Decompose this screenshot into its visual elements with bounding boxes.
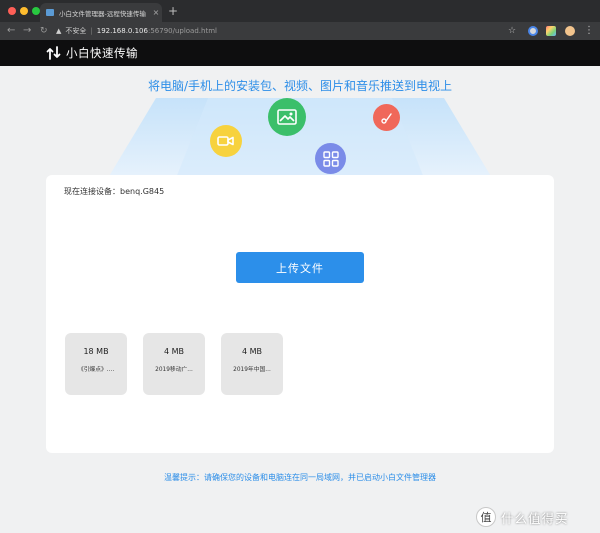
transfer-logo-icon xyxy=(46,46,61,60)
browser-toolbar: ← → ↻ ▲ 不安全 | 192.168.0.106 :56790/uploa… xyxy=(0,22,600,40)
apps-bubble xyxy=(315,143,346,174)
browser-titlebar: 小白文件管理器-远程快速传输 × + xyxy=(0,0,600,22)
app-title: 小白快速传输 xyxy=(66,46,138,60)
image-icon xyxy=(277,109,297,125)
file-item[interactable]: 4 MB 2019移动广... xyxy=(143,333,205,395)
profile-avatar-icon[interactable] xyxy=(565,26,575,36)
app-header: 小白快速传输 xyxy=(0,40,600,66)
url-path: :56790/upload.html xyxy=(147,27,217,35)
file-item[interactable]: 4 MB 2019年中国... xyxy=(221,333,283,395)
file-size: 4 MB xyxy=(241,347,263,356)
file-item[interactable]: 18 MB 《引爆点》.... xyxy=(65,333,127,395)
music-bubble xyxy=(373,104,400,131)
file-size: 18 MB xyxy=(83,347,109,356)
video-camera-bubble xyxy=(210,125,242,157)
tab-favicon-icon xyxy=(46,9,54,16)
window-maximize-button[interactable] xyxy=(32,7,40,15)
video-camera-icon xyxy=(217,136,234,146)
tip-text: 温馨提示：请确保您的设备和电脑连在同一局域网，并已启动小白文件管理器 xyxy=(164,473,436,482)
window-minimize-button[interactable] xyxy=(20,7,28,15)
image-bubble xyxy=(268,98,306,136)
address-bar[interactable]: ▲ 不安全 | 192.168.0.106 :56790/upload.html xyxy=(56,25,526,37)
hero-text: 将电脑/手机上的安装包、视频、图片和音乐推送到电视上 xyxy=(147,79,453,93)
extension-icon[interactable] xyxy=(528,26,538,36)
reload-icon[interactable]: ↻ xyxy=(40,24,48,38)
file-size: 4 MB xyxy=(163,347,185,356)
apps-grid-icon xyxy=(322,150,339,167)
file-name: 2019移动广... xyxy=(155,367,193,373)
new-tab-button[interactable]: + xyxy=(168,3,178,19)
window-close-button[interactable] xyxy=(8,7,16,15)
upload-card xyxy=(46,175,554,453)
watermark-text: 什么值得买 xyxy=(501,510,569,526)
tab-close-icon[interactable]: × xyxy=(150,8,162,17)
file-name: 《引爆点》.... xyxy=(77,367,115,373)
upload-file-button[interactable]: 上传文件 xyxy=(236,252,364,283)
device-name: benq.G845 xyxy=(120,187,165,196)
url-host: 192.168.0.106 xyxy=(96,27,148,35)
connected-device: 现在连接设备：benq.G845 xyxy=(64,186,164,198)
forward-arrow-icon[interactable]: → xyxy=(23,24,31,38)
browser-tab[interactable]: 小白文件管理器-远程快速传输 × xyxy=(40,3,162,22)
menu-icon[interactable]: ⋮ xyxy=(584,24,594,38)
watermark-badge: 值 xyxy=(476,507,496,527)
watermark: 值 什么值得买 xyxy=(476,507,569,527)
device-label: 现在连接设备： xyxy=(64,187,120,196)
music-note-icon xyxy=(380,112,392,124)
warning-icon: ▲ xyxy=(56,27,62,35)
back-arrow-icon[interactable]: ← xyxy=(7,24,15,38)
security-label: 不安全 xyxy=(65,27,87,35)
file-name: 2019年中国... xyxy=(233,367,271,373)
bookmark-star-icon[interactable]: ☆ xyxy=(508,24,516,38)
url-separator: | xyxy=(90,27,93,35)
tab-title: 小白文件管理器-远程快速传输 xyxy=(59,9,146,18)
extension-icon[interactable] xyxy=(546,26,556,36)
